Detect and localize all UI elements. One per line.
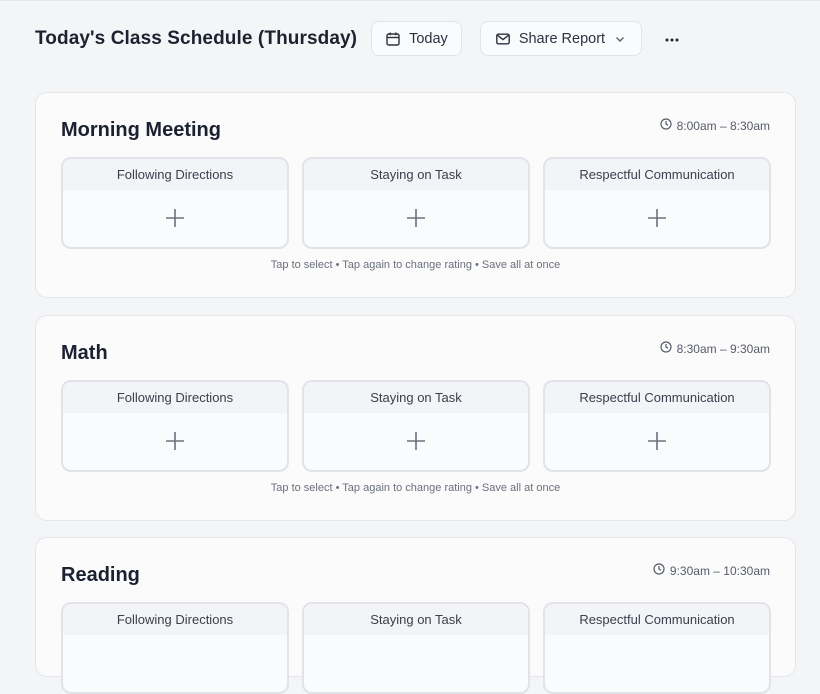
period-time: 9:30am – 10:30am [653, 563, 770, 578]
clock-icon [659, 118, 672, 133]
plus-icon [647, 208, 667, 233]
period-time: 8:30am – 9:30am [659, 341, 770, 356]
rating-tiles: Following Directions Staying on Task Res… [61, 602, 771, 694]
tile-label: Following Directions [63, 604, 287, 635]
rating-tile-following-directions[interactable]: Following Directions [61, 157, 289, 249]
today-button[interactable]: Today [371, 21, 462, 56]
rating-tile-respectful-communication[interactable]: Respectful Communication [543, 602, 771, 694]
share-report-button[interactable]: Share Report [479, 21, 643, 56]
period-title: Morning Meeting [61, 119, 221, 141]
rating-tile-staying-on-task[interactable]: Staying on Task [302, 380, 530, 472]
rating-tile-following-directions[interactable]: Following Directions [61, 602, 289, 694]
page-title: Today's Class Schedule (Thursday) [35, 27, 358, 49]
tile-label: Following Directions [63, 159, 287, 190]
today-button-label: Today [409, 30, 448, 47]
rating-tiles: Following Directions Staying on Task Res… [61, 380, 771, 472]
plus-icon [165, 431, 185, 456]
period-card-reading: Reading 9:30am – 10:30am Following Direc… [35, 537, 796, 694]
calendar-icon [385, 31, 401, 47]
tile-label: Following Directions [63, 382, 287, 413]
period-card-math: Math 8:30am – 9:30am Following Direction… [35, 315, 796, 521]
tile-label: Staying on Task [304, 382, 528, 413]
rating-hint: Tap to select • Tap again to change rati… [270, 482, 561, 494]
rating-tile-following-directions[interactable]: Following Directions [61, 380, 289, 472]
clock-icon [659, 341, 672, 356]
mail-icon [495, 31, 511, 47]
tile-label: Respectful Communication [545, 159, 769, 190]
rating-tiles: Following Directions Staying on Task Res… [61, 157, 771, 249]
period-time-label: 8:30am – 9:30am [676, 341, 770, 356]
period-title: Reading [61, 564, 140, 586]
rating-tile-respectful-communication[interactable]: Respectful Communication [543, 157, 771, 249]
share-report-label: Share Report [518, 30, 606, 47]
period-card-morning-meeting: Morning Meeting 8:00am – 8:30am Followin… [35, 92, 796, 298]
rating-tile-staying-on-task[interactable]: Staying on Task [302, 157, 530, 249]
rating-tile-staying-on-task[interactable]: Staying on Task [302, 602, 530, 694]
rating-tile-respectful-communication[interactable]: Respectful Communication [543, 380, 771, 472]
rating-hint: Tap to select • Tap again to change rati… [270, 259, 561, 271]
clock-icon [653, 563, 665, 578]
period-time: 8:00am – 8:30am [659, 118, 770, 133]
plus-icon [165, 208, 185, 233]
plus-icon [406, 431, 426, 456]
tile-label: Respectful Communication [545, 604, 769, 635]
period-time-label: 9:30am – 10:30am [669, 563, 770, 578]
chevron-down-icon [613, 32, 627, 46]
tile-label: Respectful Communication [545, 382, 769, 413]
tile-label: Staying on Task [304, 604, 528, 635]
more-horizontal-icon [664, 30, 680, 48]
tile-label: Staying on Task [304, 159, 528, 190]
top-bar: Today's Class Schedule (Thursday) Today … [0, 0, 820, 76]
plus-icon [406, 208, 426, 233]
period-title: Math [61, 342, 108, 364]
period-time-label: 8:00am – 8:30am [676, 118, 770, 133]
plus-icon [647, 431, 667, 456]
more-options-button[interactable] [660, 27, 684, 51]
